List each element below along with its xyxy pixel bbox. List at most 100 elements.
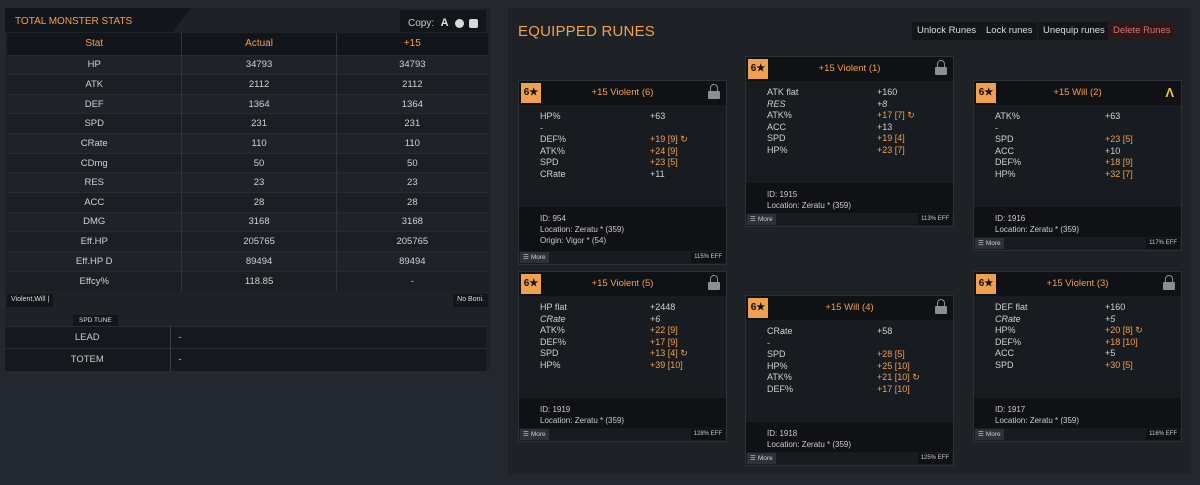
rune-stat-row: ATK% +22 [9] [540, 325, 726, 337]
rune-header: 6★ +15 Will (4) [746, 296, 953, 320]
column-header-plus15: +15 [336, 33, 488, 55]
rune-stat-row: ATK% +63 [995, 111, 1181, 123]
rune-footer: ☰ More 113% EFF [746, 213, 953, 226]
rune-stat-value: +23 [5] [650, 157, 678, 167]
unequip-runes-button[interactable]: Unequip runes [1038, 22, 1110, 40]
lock-runes-button[interactable]: Lock runes [981, 22, 1038, 40]
more-label: More [985, 431, 1001, 438]
rune-stats: HP flat +2448 CRate +6 ATK% +22 [9] DEF% +17 [9… [519, 296, 726, 398]
rune-stat-row: ACC +5 [995, 348, 1181, 360]
rune-card[interactable]: 6★ +15 Will (4) CRate +58 - SPD +28 [5] HP% +25 … [745, 295, 954, 466]
ancient-rune-icon: Λ [1165, 85, 1174, 100]
plus15-value-cell: 1364 [336, 93, 488, 114]
lock-icon[interactable] [708, 275, 720, 291]
rune-stat-name: - [995, 122, 998, 133]
rune-stat-value: +17 [10] [877, 383, 910, 394]
lead-label: LEAD [5, 326, 171, 349]
delete-runes-button[interactable]: Delete Runes [1108, 22, 1176, 40]
rune-stat-row: HP% +32 [7] [995, 169, 1181, 181]
rune-stat-value: +18 [9] [1105, 157, 1133, 167]
rune-stat-value: +20 [8] ↻ [1105, 325, 1143, 335]
more-button[interactable]: ☰ More [975, 238, 1004, 249]
rune-stat-row: SPD +23 [5] [540, 157, 726, 169]
plus15-value-cell: 231 [336, 113, 488, 134]
lock-icon[interactable] [1163, 275, 1175, 291]
stat-name-cell: DMG [7, 211, 183, 232]
table-row: DEF 1364 1364 [7, 93, 488, 114]
efficiency-badge: 116% EFF [1146, 429, 1180, 440]
rune-title: +15 Will (2) [1053, 87, 1102, 98]
rune-stat-name: HP% [540, 359, 561, 370]
rune-stat-name: DEF% [540, 336, 567, 347]
more-label: More [530, 431, 546, 438]
plus15-value-cell: 34793 [336, 54, 488, 75]
rune-stat-name: RES [767, 98, 786, 109]
rune-info-line: Location: Zeratu * (359) [767, 201, 852, 210]
rune-stat-value: +63 [650, 111, 666, 121]
stat-name-cell: RES [7, 172, 183, 193]
rune-stat-row: ACC +13 [767, 122, 953, 134]
stat-name-cell: Effcy% [7, 270, 183, 291]
more-button[interactable]: ☰ More [975, 429, 1004, 440]
no-bonus-badge[interactable]: No Boni. [453, 294, 488, 307]
copy-text-icon[interactable]: A [439, 18, 450, 29]
copy-label: Copy: [408, 18, 435, 29]
rune-stat-name: SPD [540, 348, 559, 358]
rune-card[interactable]: 6★ +15 Violent (5) HP flat +2448 CRate +6 ATK%… [518, 271, 727, 442]
plus15-value-cell: 2112 [336, 74, 488, 95]
rune-stats: HP% +63 - DEF% +19 [9] ↻ ATK% +24 [9] SPD +23 [5… [519, 105, 726, 207]
rune-stat-value: +17 [7] ↻ [877, 110, 915, 120]
rune-card[interactable]: 6★ +15 Will (2) Λ ATK% +63- SPD +23 [5] ACC +10 D… [973, 80, 1182, 251]
rune-header: 6★ +15 Violent (3) [974, 272, 1181, 296]
rune-title: +15 Violent (5) [591, 278, 654, 289]
rune-card[interactable]: 6★ +15 Violent (6) HP% +63 - DEF% +19 [9] ↻ ATK… [518, 80, 727, 265]
rune-card[interactable]: 6★ +15 Violent (3) DEF flat +160 CRate +5 HP% +… [973, 271, 1182, 442]
rune-stat-value: +160 [877, 87, 898, 97]
lock-icon[interactable] [935, 299, 947, 315]
copy-image-icon[interactable] [469, 19, 479, 28]
rune-card[interactable]: 6★ +15 Violent (1) ATK flat +160 RES +8 ATK% +1… [745, 56, 954, 227]
rune-stat-name: HP% [767, 360, 788, 371]
table-row: Effcy% 118.85- [7, 270, 488, 291]
rune-stats: ATK flat +160 RES +8 ATK% +17 [7] ↻ ACC +13 SPD +… [746, 81, 953, 183]
plus15-value-cell: - [336, 270, 488, 291]
spd-tune-tab[interactable]: SPD TUNE [73, 315, 118, 326]
table-row: DMG 3168 3168 [7, 211, 488, 232]
rune-stat-row: HP% +63 [540, 111, 726, 123]
rune-stat-row: HP% +39 [10] [540, 360, 726, 372]
copy-discord-icon[interactable] [455, 19, 465, 28]
actual-value-cell: 110 [181, 133, 337, 154]
rune-stats: ATK% +63 - SPD +23 [5] ACC +10 DEF% +18 [9] HP% +3… [974, 105, 1181, 207]
lock-icon[interactable] [708, 84, 720, 100]
rune-info: ID: 954 Location: Zeratu * (359) Origin: V… [519, 207, 726, 251]
rune-title: +15 Will (4) [825, 302, 874, 313]
more-button[interactable]: ☰ More [520, 252, 549, 263]
rune-footer: ☰ More 115% EFF [519, 251, 726, 264]
rune-stat-row: - [767, 338, 953, 350]
table-row: CDmg 50 50 [7, 152, 488, 173]
totem-value: - [170, 348, 486, 371]
rune-stat-value: +39 [10] [650, 359, 683, 370]
rune-stat-value: +160 [1105, 302, 1126, 312]
rune-stat-name: ACC [995, 145, 1015, 156]
rune-stat-name: ACC [767, 121, 787, 132]
rune-info-line: Location: Zeratu * (359) [995, 225, 1080, 234]
rune-stat-name: CRate [995, 313, 1021, 324]
unlock-runes-button[interactable]: Unlock Runes [912, 22, 982, 40]
rune-stat-name: DEF% [540, 134, 567, 144]
rune-stat-name: ATK% [995, 111, 1020, 121]
menu-icon: ☰ [523, 431, 529, 438]
more-button[interactable]: ☰ More [520, 429, 549, 440]
rune-stat-row: DEF% +18 [9] [995, 157, 1181, 169]
lock-icon[interactable] [935, 60, 947, 76]
more-button[interactable]: ☰ More [747, 214, 776, 225]
more-label: More [985, 240, 1001, 247]
table-row: HP 34793 34793 [7, 54, 488, 75]
rune-stat-name: - [540, 122, 543, 133]
actual-value-cell: 2112 [181, 74, 337, 95]
rune-stat-value: +6 [650, 313, 661, 324]
rune-stat-name: CRate [540, 313, 566, 324]
efficiency-badge: 115% EFF [691, 252, 725, 263]
more-button[interactable]: ☰ More [747, 453, 776, 464]
actual-value-cell: 34793 [181, 54, 337, 75]
